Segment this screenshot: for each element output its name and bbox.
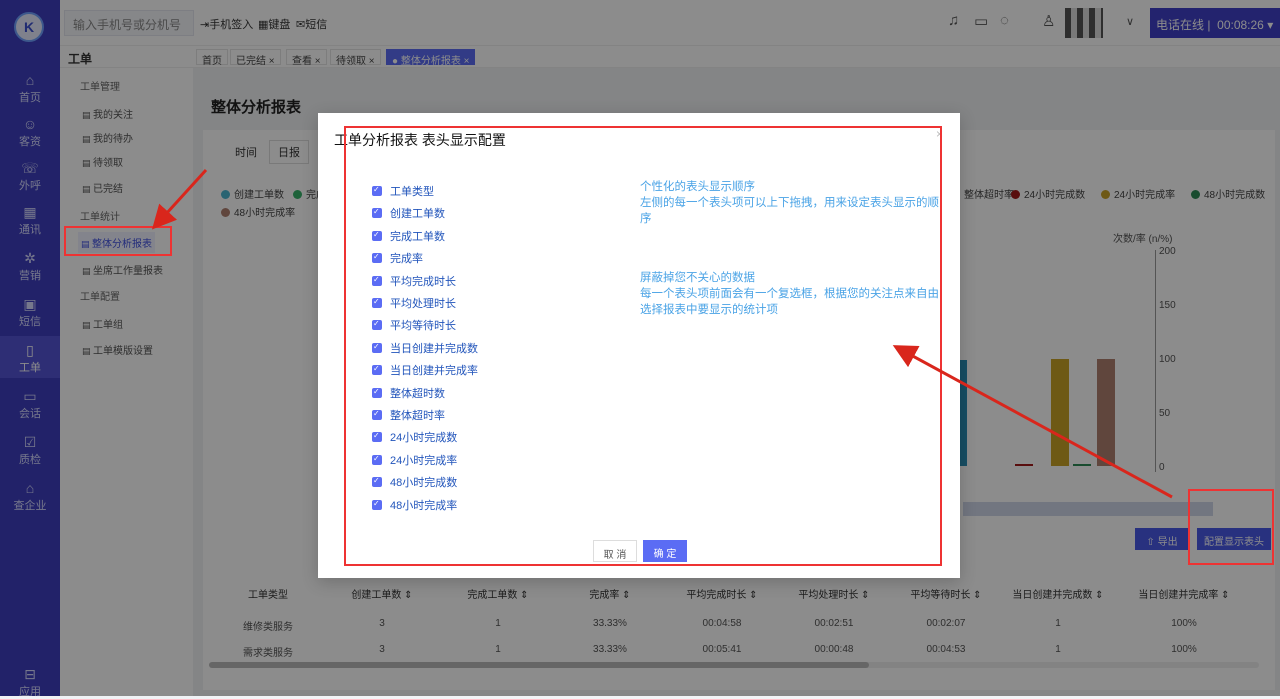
field-checkbox[interactable]: 工单类型 <box>372 183 434 199</box>
checkbox-icon[interactable] <box>372 409 382 420</box>
field-label: 平均完成时长 <box>390 275 456 288</box>
checkbox-icon[interactable] <box>372 342 382 353</box>
checkbox-icon[interactable] <box>372 476 382 488</box>
hint-order: 个性化的表头显示顺序 左侧的每一个表头项可以上下拖拽，用来设定表头显示的顺序 <box>640 181 939 225</box>
modal-title: 工单分析报表 表头显示配置 <box>334 132 506 148</box>
field-checkbox[interactable]: 创建工单数 <box>372 205 445 221</box>
field-checkbox[interactable]: 当日创建并完成率 <box>372 362 478 378</box>
checkbox-icon[interactable] <box>372 275 382 286</box>
field-checkbox[interactable]: 平均完成时长 <box>372 273 456 289</box>
field-label: 当日创建并完成数 <box>390 342 478 355</box>
checkbox-icon[interactable] <box>372 431 382 443</box>
header-config-modal: 工单分析报表 表头显示配置 × 工单类型创建工单数完成工单数完成率平均完成时长平… <box>318 113 960 578</box>
field-checkbox[interactable]: 整体超时数 <box>372 385 445 401</box>
checkbox-icon[interactable] <box>372 319 382 331</box>
checkbox-icon[interactable] <box>372 252 382 264</box>
field-checkbox[interactable]: 24小时完成数 <box>372 429 457 445</box>
field-checkbox[interactable]: 48小时完成率 <box>372 497 457 513</box>
close-icon[interactable]: × <box>936 127 943 141</box>
field-label: 整体超时数 <box>390 387 445 400</box>
checkbox-icon[interactable] <box>372 230 382 241</box>
field-label: 完成率 <box>390 253 423 266</box>
field-checkbox[interactable]: 平均处理时长 <box>372 295 456 311</box>
field-checkbox[interactable]: 整体超时率 <box>372 407 445 423</box>
field-checkbox[interactable]: 完成率 <box>372 250 423 266</box>
field-label: 平均处理时长 <box>390 298 456 310</box>
field-label: 48小时完成率 <box>390 499 458 512</box>
checkbox-icon[interactable] <box>372 207 382 219</box>
checkbox-icon[interactable] <box>372 387 382 398</box>
field-label: 整体超时率 <box>390 410 445 422</box>
field-label: 完成工单数 <box>390 230 445 243</box>
field-label: 工单类型 <box>390 186 434 198</box>
field-checkbox[interactable]: 48小时完成数 <box>372 474 457 490</box>
checkbox-icon[interactable] <box>372 499 382 510</box>
field-label: 24小时完成率 <box>390 454 458 467</box>
field-checkbox[interactable]: 当日创建并完成数 <box>372 340 478 356</box>
confirm-button[interactable]: 确 定 <box>643 540 687 562</box>
checkbox-icon[interactable] <box>372 364 382 376</box>
hint-filter: 屏蔽掉您不关心的数据 每一个表头项前面会有一个复选框，根据您的关注点来自由选择报… <box>640 272 939 316</box>
cancel-button[interactable]: 取 消 <box>593 540 637 562</box>
field-checkbox[interactable]: 24小时完成率 <box>372 452 457 468</box>
field-checkbox[interactable]: 平均等待时长 <box>372 317 456 333</box>
field-label: 创建工单数 <box>390 208 445 221</box>
field-label: 48小时完成数 <box>390 477 458 490</box>
checkbox-icon[interactable] <box>372 454 382 465</box>
field-label: 24小时完成数 <box>390 432 458 445</box>
field-label: 当日创建并完成率 <box>390 365 478 378</box>
field-checkbox[interactable]: 完成工单数 <box>372 228 445 244</box>
checkbox-icon[interactable] <box>372 297 382 308</box>
checkbox-icon[interactable] <box>372 185 382 196</box>
field-label: 平均等待时长 <box>390 320 456 333</box>
